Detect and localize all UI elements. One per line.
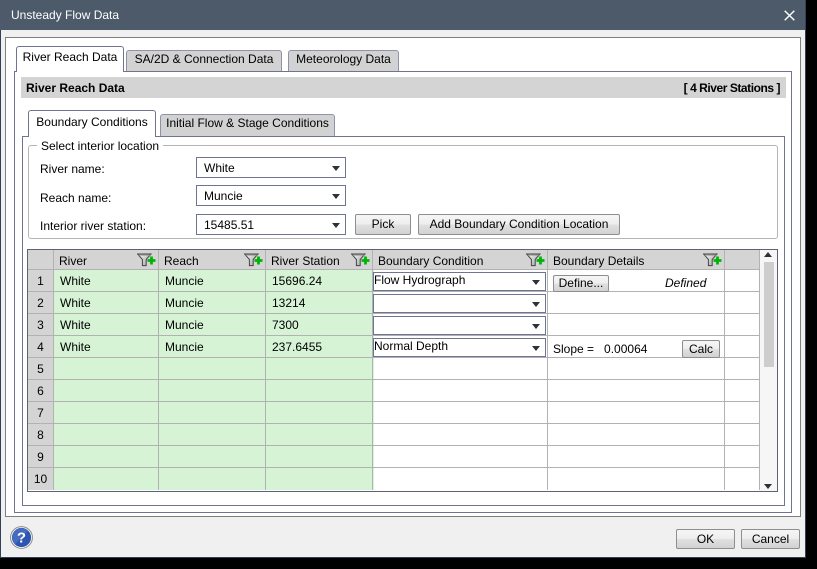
svg-text:?: ? [17, 530, 26, 547]
